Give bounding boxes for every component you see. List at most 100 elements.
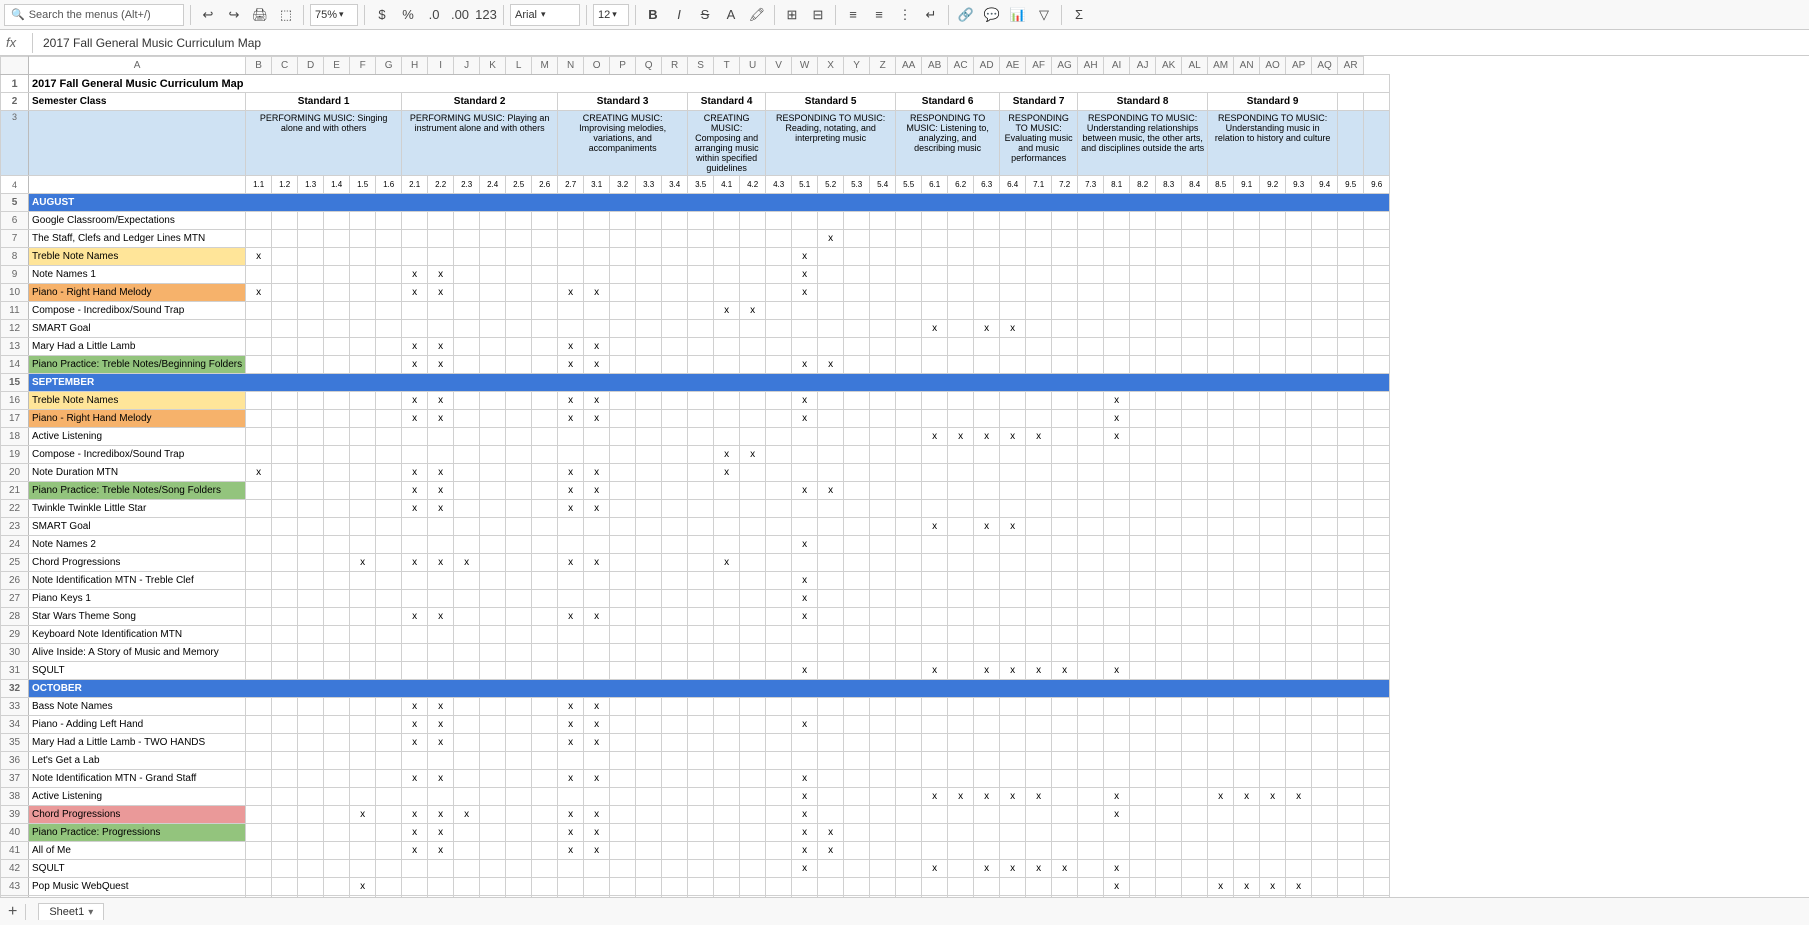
row-label[interactable]: Bass Note Names <box>29 698 246 716</box>
cell-std-9[interactable] <box>480 824 506 842</box>
cell-std-39[interactable] <box>1260 842 1286 860</box>
cell-std-6[interactable]: x <box>402 842 428 860</box>
cell-std-3[interactable] <box>324 788 350 806</box>
cell-std-43[interactable] <box>1364 464 1390 482</box>
cell-std-42[interactable] <box>1338 410 1364 428</box>
cell-std-11[interactable] <box>532 266 558 284</box>
cell-std-37[interactable] <box>1208 248 1234 266</box>
cell-std-22[interactable] <box>818 212 844 230</box>
cell-std-11[interactable] <box>532 698 558 716</box>
cell-std-6[interactable] <box>402 626 428 644</box>
cell-std-25[interactable] <box>896 212 922 230</box>
cell-std-2[interactable] <box>298 356 324 374</box>
cell-std-12[interactable] <box>558 644 584 662</box>
cell-std-20[interactable] <box>766 230 792 248</box>
cell-std-29[interactable] <box>1000 356 1026 374</box>
cell-std-36[interactable] <box>1182 392 1208 410</box>
cell-std-34[interactable] <box>1130 590 1156 608</box>
cell-std-43[interactable] <box>1364 356 1390 374</box>
cell-std-2[interactable] <box>298 392 324 410</box>
cell-std-33[interactable]: x <box>1104 392 1130 410</box>
cell-std-28[interactable]: x <box>974 788 1000 806</box>
col-header-AD[interactable]: AD <box>974 57 1000 75</box>
cell-std-15[interactable] <box>636 356 662 374</box>
cell-std-42[interactable] <box>1338 734 1364 752</box>
cell-std-29[interactable]: x <box>1000 428 1026 446</box>
cell-std-7[interactable]: x <box>428 482 454 500</box>
cell-std-26[interactable] <box>922 698 948 716</box>
cell-std-10[interactable] <box>506 860 532 878</box>
cell-std-18[interactable] <box>714 626 740 644</box>
cell-std-41[interactable] <box>1312 338 1338 356</box>
cell-std-28[interactable] <box>974 356 1000 374</box>
cell-std-12[interactable] <box>558 320 584 338</box>
cell-std-27[interactable] <box>948 626 974 644</box>
cell-std-10[interactable] <box>506 464 532 482</box>
cell-std-22[interactable]: x <box>818 842 844 860</box>
cell-std-39[interactable] <box>1260 248 1286 266</box>
cell-std-34[interactable] <box>1130 842 1156 860</box>
cell-std-35[interactable] <box>1156 752 1182 770</box>
cell-std-4[interactable] <box>350 770 376 788</box>
cell-std-29[interactable] <box>1000 590 1026 608</box>
cell-std-16[interactable] <box>662 824 688 842</box>
cell-std-39[interactable] <box>1260 590 1286 608</box>
cell-std-9[interactable] <box>480 428 506 446</box>
cell-std-6[interactable] <box>402 536 428 554</box>
cell-std-31[interactable] <box>1052 392 1078 410</box>
cell-std-35[interactable] <box>1156 608 1182 626</box>
col-header-L[interactable]: L <box>506 57 532 75</box>
cell-std-17[interactable] <box>688 428 714 446</box>
cell-std-41[interactable] <box>1312 734 1338 752</box>
cell-std-33[interactable] <box>1104 842 1130 860</box>
cell-std-41[interactable] <box>1312 626 1338 644</box>
cell-std-24[interactable] <box>870 824 896 842</box>
cell-std-15[interactable] <box>636 230 662 248</box>
cell-std-28[interactable]: x <box>974 860 1000 878</box>
cell-std-31[interactable] <box>1052 482 1078 500</box>
cell-std-18[interactable] <box>714 824 740 842</box>
cell-std-38[interactable] <box>1234 590 1260 608</box>
cell-std-6[interactable]: x <box>402 554 428 572</box>
cell-std-35[interactable] <box>1156 896 1182 898</box>
cell-std-12[interactable]: x <box>558 482 584 500</box>
cell-std-33[interactable] <box>1104 320 1130 338</box>
cell-std-42[interactable] <box>1338 752 1364 770</box>
cell-std-7[interactable]: x <box>428 392 454 410</box>
col-header-D[interactable]: D <box>298 57 324 75</box>
cell-std-37[interactable] <box>1208 230 1234 248</box>
cell-std-35[interactable] <box>1156 788 1182 806</box>
cell-std-1[interactable] <box>272 788 298 806</box>
cell-std-33[interactable]: x <box>1104 788 1130 806</box>
cell-std-35[interactable] <box>1156 392 1182 410</box>
cell-std-21[interactable] <box>792 878 818 896</box>
cell-std-23[interactable] <box>844 392 870 410</box>
cell-std-39[interactable] <box>1260 644 1286 662</box>
cell-std-19[interactable] <box>740 572 766 590</box>
cell-std-43[interactable] <box>1364 644 1390 662</box>
cell-std-40[interactable] <box>1286 410 1312 428</box>
row-label[interactable]: Note Names 2 <box>29 536 246 554</box>
cell-std-6[interactable] <box>402 230 428 248</box>
cell-std-25[interactable] <box>896 734 922 752</box>
cell-std-2[interactable] <box>298 554 324 572</box>
cell-std-14[interactable] <box>610 428 636 446</box>
cell-std-32[interactable] <box>1078 608 1104 626</box>
cell-std-21[interactable] <box>792 428 818 446</box>
cell-std-13[interactable]: x <box>584 770 610 788</box>
cell-std-12[interactable] <box>558 788 584 806</box>
print-button[interactable]: 🖨 <box>249 4 271 26</box>
cell-std-22[interactable] <box>818 446 844 464</box>
cell-std-12[interactable]: x <box>558 554 584 572</box>
cell-std-29[interactable] <box>1000 878 1026 896</box>
comment-button[interactable]: 💬 <box>981 4 1003 26</box>
align-left-button[interactable]: ≡ <box>842 4 864 26</box>
cell-std-18[interactable] <box>714 356 740 374</box>
cell-std-22[interactable] <box>818 248 844 266</box>
cell-std-18[interactable] <box>714 320 740 338</box>
cell-std-27[interactable] <box>948 284 974 302</box>
cell-std-26[interactable] <box>922 590 948 608</box>
cell-std-28[interactable]: x <box>974 320 1000 338</box>
row-label[interactable]: Piano Practice: Treble Notes/Song Folder… <box>29 482 246 500</box>
cell-std-7[interactable] <box>428 518 454 536</box>
